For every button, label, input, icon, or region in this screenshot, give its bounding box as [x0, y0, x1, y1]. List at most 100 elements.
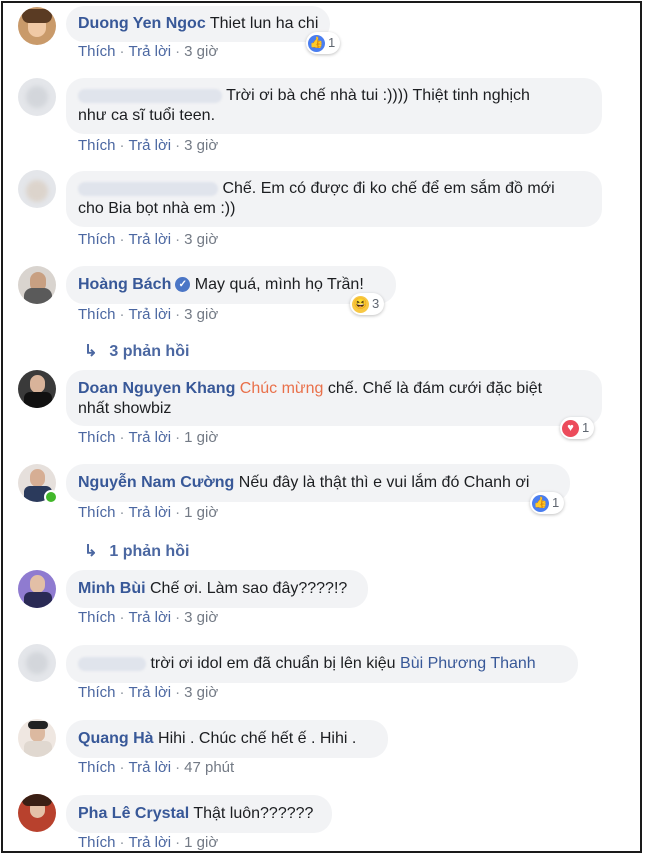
comment-actions: Thích · Trả lời · 1 giờ: [78, 429, 219, 446]
avatar[interactable]: [18, 570, 56, 608]
comment-actions: Thích · Trả lời · 1 giờ: [78, 504, 219, 521]
comment-bubble: Minh Bùi Chế ơi. Làm sao đây????!?: [66, 570, 368, 608]
reaction-count: 1: [582, 420, 590, 435]
reply-link[interactable]: Trả lời: [129, 504, 172, 521]
comment-actions: Thích · Trả lời · 3 giờ: [78, 137, 219, 154]
reply-link[interactable]: Trả lời: [129, 609, 172, 626]
comment-text-line2: như ca sĩ tuổi teen.: [78, 107, 216, 124]
comment-time[interactable]: 3 giờ: [184, 684, 218, 701]
like-link[interactable]: Thích: [78, 231, 116, 248]
avatar[interactable]: [18, 266, 56, 304]
avatar[interactable]: [18, 794, 56, 832]
comment-time[interactable]: 1 giờ: [184, 834, 218, 851]
view-replies-link[interactable]: ↳ 3 phản hồi: [84, 341, 189, 361]
comment-text-line2: cho Bia bọt nhà em :)): [78, 200, 236, 217]
comment-time[interactable]: 47 phút: [184, 759, 234, 776]
avatar[interactable]: [18, 644, 56, 682]
reply-link[interactable]: Trả lời: [129, 759, 172, 776]
avatar[interactable]: [18, 170, 56, 208]
avatar[interactable]: [18, 719, 56, 757]
like-link[interactable]: Thích: [78, 609, 116, 626]
commenter-name[interactable]: Duong Yen Ngoc: [78, 15, 206, 32]
comment-text: Chế. Em có được đi ko chế để em sắm đồ m…: [222, 180, 555, 197]
like-link[interactable]: Thích: [78, 306, 116, 323]
like-link[interactable]: Thích: [78, 834, 116, 851]
reaction-summary[interactable]: 😆 3: [350, 293, 385, 315]
comment-text: Chế ơi. Làm sao đây????!?: [150, 580, 348, 597]
comment-bubble: Duong Yen Ngoc Thiet lun ha chi: [66, 6, 331, 42]
comment-bubble: Pha Lê Crystal Thật luôn??????: [66, 795, 332, 833]
haha-reaction-icon: 😆: [352, 295, 369, 313]
comment-text: May quá, mình họ Trần!: [194, 276, 364, 293]
comment-bubble: Hoàng Bách ✓ May quá, mình họ Trần!: [66, 266, 396, 304]
like-link[interactable]: Thích: [78, 429, 116, 446]
like-reaction-icon: 👍: [308, 34, 325, 52]
avatar[interactable]: [18, 7, 56, 45]
comment-text: trời ơi idol em đã chuẩn bị lên kiệu: [150, 655, 396, 672]
reply-link[interactable]: Trả lời: [129, 684, 172, 701]
comment-bubble: trời ơi idol em đã chuẩn bị lên kiệu Bùi…: [66, 645, 578, 683]
blurred-name: [78, 88, 222, 103]
comment-text: Hihi . Chúc chế hết ế . Hihi .: [158, 730, 357, 747]
comment-text: Thiet lun ha chi: [209, 15, 319, 32]
blurred-name: [78, 656, 146, 671]
comment-actions: Thích · Trả lời · 1 giờ: [78, 834, 219, 851]
reply-link[interactable]: Trả lời: [129, 306, 172, 323]
reaction-count: 3: [372, 296, 380, 311]
reaction-summary[interactable]: 👍 1: [530, 492, 565, 514]
avatar[interactable]: [18, 370, 56, 408]
comment-bubble: Trời ơi bà chế nhà tui :)))) Thiệt tinh …: [66, 78, 602, 134]
commenter-name[interactable]: Pha Lê Crystal: [78, 805, 189, 822]
comment-actions: Thích · Trả lời · 3 giờ: [78, 43, 219, 60]
commenter-name[interactable]: Quang Hà: [78, 730, 154, 747]
mention-text[interactable]: Chúc mừng: [240, 380, 324, 397]
like-link[interactable]: Thích: [78, 137, 116, 154]
reply-arrow-icon: ↳: [84, 543, 98, 560]
comment-actions: Thích · Trả lời · 3 giờ: [78, 609, 219, 626]
reaction-count: 1: [328, 35, 336, 50]
comment-time[interactable]: 3 giờ: [184, 231, 218, 248]
reply-link[interactable]: Trả lời: [129, 137, 172, 154]
reaction-summary[interactable]: ♥ 1: [560, 417, 595, 439]
like-link[interactable]: Thích: [78, 759, 116, 776]
comment-time[interactable]: 1 giờ: [184, 504, 218, 521]
comment-time[interactable]: 3 giờ: [184, 306, 218, 323]
like-link[interactable]: Thích: [78, 504, 116, 521]
comment-text-line2: nhất showbiz: [78, 400, 172, 417]
commenter-name[interactable]: Hoàng Bách: [78, 276, 171, 293]
comment-time[interactable]: 1 giờ: [184, 429, 218, 446]
comment-bubble: Doan Nguyen Khang Chúc mừng chế. Chế là …: [66, 370, 602, 426]
commenter-name[interactable]: Doan Nguyen Khang: [78, 380, 235, 397]
reply-link[interactable]: Trả lời: [129, 43, 172, 60]
comment-actions: Thích · Trả lời · 3 giờ: [78, 306, 219, 323]
comment-text: Thật luôn??????: [193, 805, 314, 822]
commenter-name[interactable]: Minh Bùi: [78, 580, 146, 597]
comment-bubble: Quang Hà Hihi . Chúc chế hết ế . Hihi .: [66, 720, 388, 758]
reply-link[interactable]: Trả lời: [129, 231, 172, 248]
comment-bubble: Chế. Em có được đi ko chế để em sắm đồ m…: [66, 171, 602, 227]
comment-text: Trời ơi bà chế nhà tui :)))) Thiệt tinh …: [226, 87, 530, 104]
like-link[interactable]: Thích: [78, 684, 116, 701]
reply-link[interactable]: Trả lời: [129, 834, 172, 851]
comment-text: Nếu đây là thật thì e vui lắm đó Chanh ơ…: [238, 474, 530, 491]
comment-text: chế. Chế là đám cưới đặc biệt: [327, 380, 543, 397]
reaction-summary[interactable]: 👍 1: [306, 32, 341, 54]
like-link[interactable]: Thích: [78, 43, 116, 60]
comment-bubble: Nguyễn Nam Cường Nếu đây là thật thì e v…: [66, 464, 570, 502]
view-replies-link[interactable]: ↳ 1 phản hồi: [84, 541, 189, 561]
comment-actions: Thích · Trả lời · 47 phút: [78, 759, 235, 776]
online-status-icon: [44, 490, 58, 504]
like-reaction-icon: 👍: [532, 494, 549, 512]
comment-time[interactable]: 3 giờ: [184, 609, 218, 626]
comment-time[interactable]: 3 giờ: [184, 137, 218, 154]
tagged-user[interactable]: Bùi Phương Thanh: [400, 655, 536, 672]
comment-time[interactable]: 3 giờ: [184, 43, 218, 60]
verified-badge-icon: ✓: [175, 277, 191, 293]
comment-actions: Thích · Trả lời · 3 giờ: [78, 684, 219, 701]
commenter-name[interactable]: Nguyễn Nam Cường: [78, 474, 234, 491]
reply-link[interactable]: Trả lời: [129, 429, 172, 446]
blurred-name: [78, 181, 218, 196]
avatar[interactable]: [18, 78, 56, 116]
reply-arrow-icon: ↳: [84, 343, 98, 360]
reaction-count: 1: [552, 495, 560, 510]
